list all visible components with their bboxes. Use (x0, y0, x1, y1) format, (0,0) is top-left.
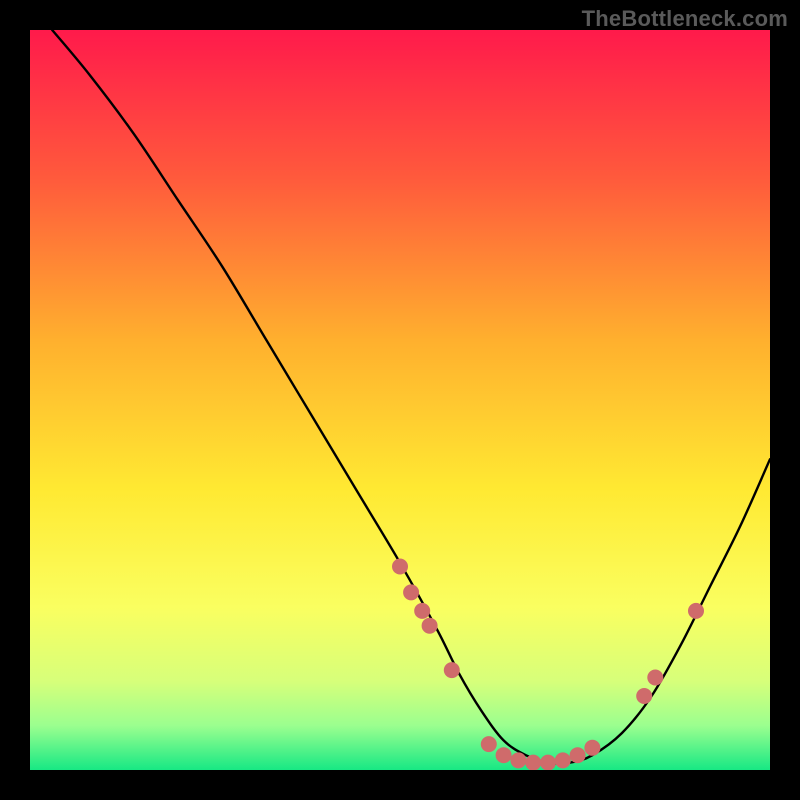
data-marker (422, 618, 438, 634)
data-marker (510, 752, 526, 768)
data-marker (403, 584, 419, 600)
data-marker (688, 603, 704, 619)
plot-svg (30, 30, 770, 770)
data-marker (392, 559, 408, 575)
data-marker (481, 736, 497, 752)
data-marker (540, 755, 556, 770)
watermark-text: TheBottleneck.com (582, 6, 788, 32)
chart-container: TheBottleneck.com (0, 0, 800, 800)
data-marker (570, 747, 586, 763)
data-marker (584, 740, 600, 756)
data-marker (444, 662, 460, 678)
gradient-background (30, 30, 770, 770)
data-marker (647, 670, 663, 686)
plot-area (30, 30, 770, 770)
data-marker (636, 688, 652, 704)
data-marker (525, 755, 541, 770)
data-marker (496, 747, 512, 763)
data-marker (414, 603, 430, 619)
data-marker (555, 752, 571, 768)
